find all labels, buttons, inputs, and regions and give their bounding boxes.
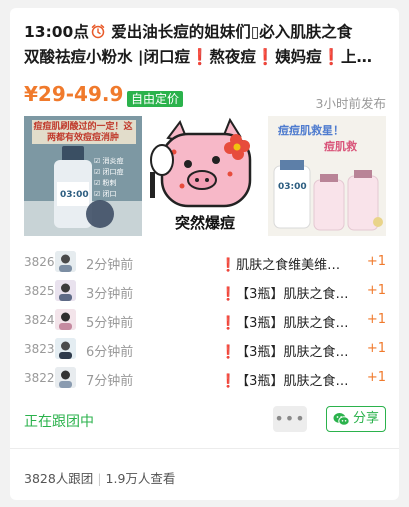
follower-row[interactable]: 3823 6分钟前 ❗【3瓶】肌肤之食… +1 [24, 335, 386, 364]
img3-label: 03:00 [278, 182, 307, 192]
quantity: +1 [366, 370, 386, 385]
wechat-icon [333, 413, 350, 426]
img2-caption: 突然爆痘 [174, 214, 235, 232]
img1-check-1: ☑ 消炎痘 [94, 157, 124, 165]
time-ago: 7分钟前 [86, 374, 134, 389]
img3-headline: 痘痘肌救星！ [278, 124, 344, 137]
avatar [55, 367, 76, 388]
avatar [55, 251, 76, 272]
avatar [55, 309, 76, 330]
time-ago: 3分钟前 [86, 287, 134, 302]
posted-time: 3小时前发布 [315, 96, 386, 111]
share-label: 分享 [353, 411, 380, 426]
img1-check-4: ☑ 闭口 [94, 190, 117, 198]
item-name: ❗【3瓶】肌肤之食… [220, 316, 349, 331]
group-stats: 3828人跟团 | 1.9万人查看 [24, 468, 175, 487]
price-badge: 自由定价 [127, 91, 184, 107]
stats-separator: | [97, 471, 102, 486]
share-button[interactable]: 分享 [326, 406, 386, 432]
order-number: 3826 [24, 255, 55, 269]
product-image-2[interactable]: 突然爆痘 [146, 116, 264, 236]
follower-row[interactable]: 3825 3分钟前 ❗【3瓶】肌肤之食… +1 [24, 277, 386, 306]
join-status[interactable]: 正在跟团中 [24, 411, 94, 431]
title-line-2: 双酸祛痘小粉水 |闭口痘❗熬夜痘❗姨妈痘❗上火… [24, 48, 386, 66]
product-image-3[interactable]: 痘痘肌救星！ 痘肌救 03:00 [268, 116, 386, 236]
divider [10, 448, 399, 449]
quantity: +1 [366, 254, 386, 269]
follower-row[interactable]: 3824 5分钟前 ❗【3瓶】肌肤之食… +1 [24, 306, 386, 335]
order-number: 3824 [24, 313, 55, 327]
img3-sub: 痘肌救 [324, 140, 357, 153]
img1-headline: 痘痘肌刷酸过的一定！这两都有效痘痘消肿 [33, 122, 133, 143]
title-time: 13:00点 [24, 23, 89, 41]
order-number: 3825 [24, 284, 55, 298]
product-image-1[interactable]: 痘痘肌刷酸过的一定！这两都有效痘痘消肿 03:00 ☑ 消炎痘 ☑ 闭口痘 ☑ … [24, 116, 142, 236]
order-number: 3823 [24, 342, 55, 356]
avatar [55, 338, 76, 359]
quantity: +1 [366, 312, 386, 327]
time-ago: 2分钟前 [86, 258, 134, 273]
joined-count: 3828人跟团 [24, 471, 94, 486]
time-ago: 5分钟前 [86, 316, 134, 331]
quantity: +1 [366, 341, 386, 356]
follower-row[interactable]: 3826 2分钟前 ❗肌肤之食维美维… +1 [24, 248, 386, 277]
alarm-clock-icon [91, 24, 105, 39]
time-ago: 6分钟前 [86, 345, 134, 360]
image-gallery: 痘痘肌刷酸过的一定！这两都有效痘痘消肿 03:00 ☑ 消炎痘 ☑ 闭口痘 ☑ … [24, 116, 386, 238]
price: ¥29-49.9 [24, 82, 124, 106]
view-count: 1.9万人查看 [105, 471, 176, 486]
item-name: ❗【3瓶】肌肤之食… [220, 374, 349, 389]
img1-check-2: ☑ 闭口痘 [94, 168, 124, 176]
group-buy-card[interactable]: 13:00点 爱出油长痘的姐妹们▯必入肌肤之食 双酸祛痘小粉水 |闭口痘❗熬夜痘… [10, 8, 399, 500]
title-text: 爱出油长痘的姐妹们▯必入肌肤之食 [105, 23, 353, 41]
order-number: 3822 [24, 371, 55, 385]
avatar [55, 280, 76, 301]
follower-list: 3826 2分钟前 ❗肌肤之食维美维… +1 3825 3分钟前 ❗【3瓶】肌肤… [24, 248, 386, 393]
quantity: +1 [366, 283, 386, 298]
price-row: ¥29-49.9 自由定价 3小时前发布 [24, 82, 386, 114]
img1-checklist: ☑ 消炎痘 ☑ 闭口痘 ☑ 粉刺 ☑ 闭口 [94, 156, 124, 200]
follower-row[interactable]: 3822 7分钟前 ❗【3瓶】肌肤之食… +1 [24, 364, 386, 393]
item-name: ❗肌肤之食维美维… [220, 258, 341, 273]
more-button[interactable]: ••• [273, 406, 307, 432]
item-name: ❗【3瓶】肌肤之食… [220, 287, 349, 302]
post-title[interactable]: 13:00点 爱出油长痘的姐妹们▯必入肌肤之食 双酸祛痘小粉水 |闭口痘❗熬夜痘… [24, 20, 386, 70]
img1-check-3: ☑ 粉刺 [94, 179, 117, 187]
item-name: ❗【3瓶】肌肤之食… [220, 345, 349, 360]
img1-label: 03:00 [60, 190, 89, 200]
more-icon: ••• [274, 409, 306, 428]
